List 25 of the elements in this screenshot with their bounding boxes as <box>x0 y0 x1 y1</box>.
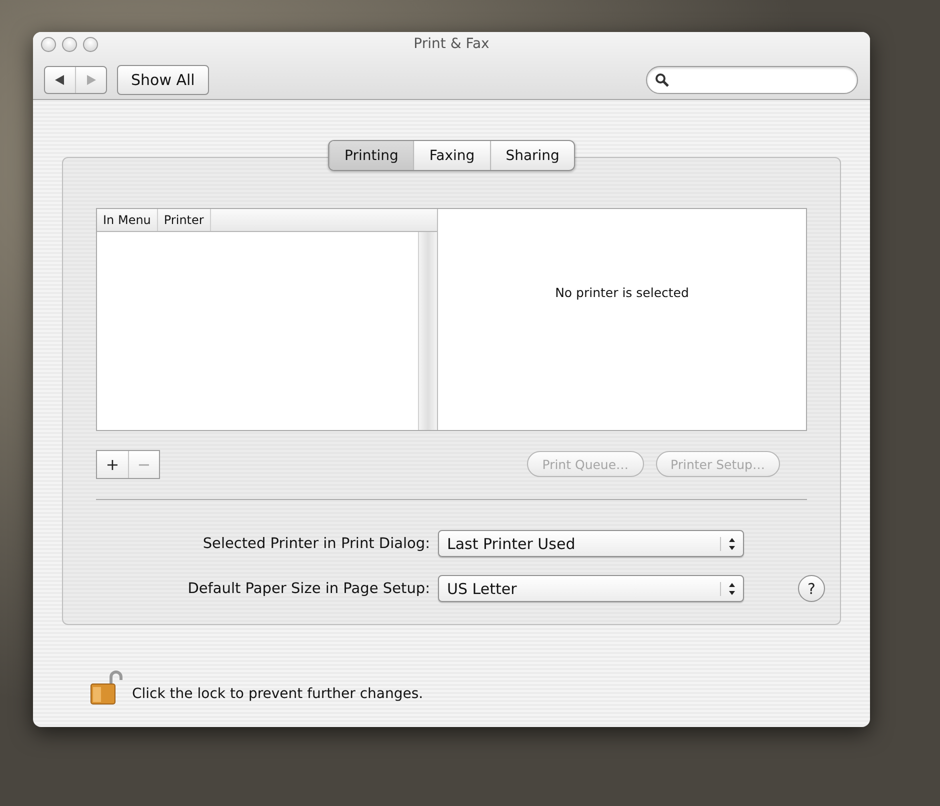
column-header[interactable]: In Menu <box>97 209 158 231</box>
add-button[interactable]: + <box>97 450 128 478</box>
search-field[interactable] <box>646 66 858 94</box>
scrollbar[interactable] <box>418 232 437 430</box>
left-triangle-icon <box>54 75 66 85</box>
window-title: Print & Fax <box>414 36 490 52</box>
unlocked-padlock-icon[interactable] <box>89 670 123 706</box>
lock-message: Click the lock to prevent further changes. <box>132 686 424 704</box>
tab[interactable]: Printing <box>328 141 414 170</box>
printer-list[interactable]: In Menu Printer <box>97 209 438 430</box>
popup-menu[interactable]: Last Printer Used <box>438 530 744 557</box>
close-button[interactable] <box>41 37 56 52</box>
right-triangle-icon <box>85 75 97 85</box>
tab[interactable]: Faxing <box>413 141 490 170</box>
popup-menu[interactable]: US Letter <box>438 575 744 602</box>
setting-label: Default Paper Size in Page Setup: <box>186 580 430 596</box>
column-header[interactable]: Printer <box>158 209 211 231</box>
help-button[interactable]: ? <box>798 575 825 602</box>
tab[interactable]: Sharing <box>490 141 574 170</box>
empty-message: No printer is selected <box>555 285 689 302</box>
setting-label: Selected Printer in Print Dialog: <box>202 536 430 552</box>
minimize-button[interactable] <box>62 37 77 52</box>
search-icon <box>655 73 669 87</box>
zoom-button[interactable] <box>83 37 98 52</box>
show-all-button[interactable]: Show All <box>117 65 209 95</box>
